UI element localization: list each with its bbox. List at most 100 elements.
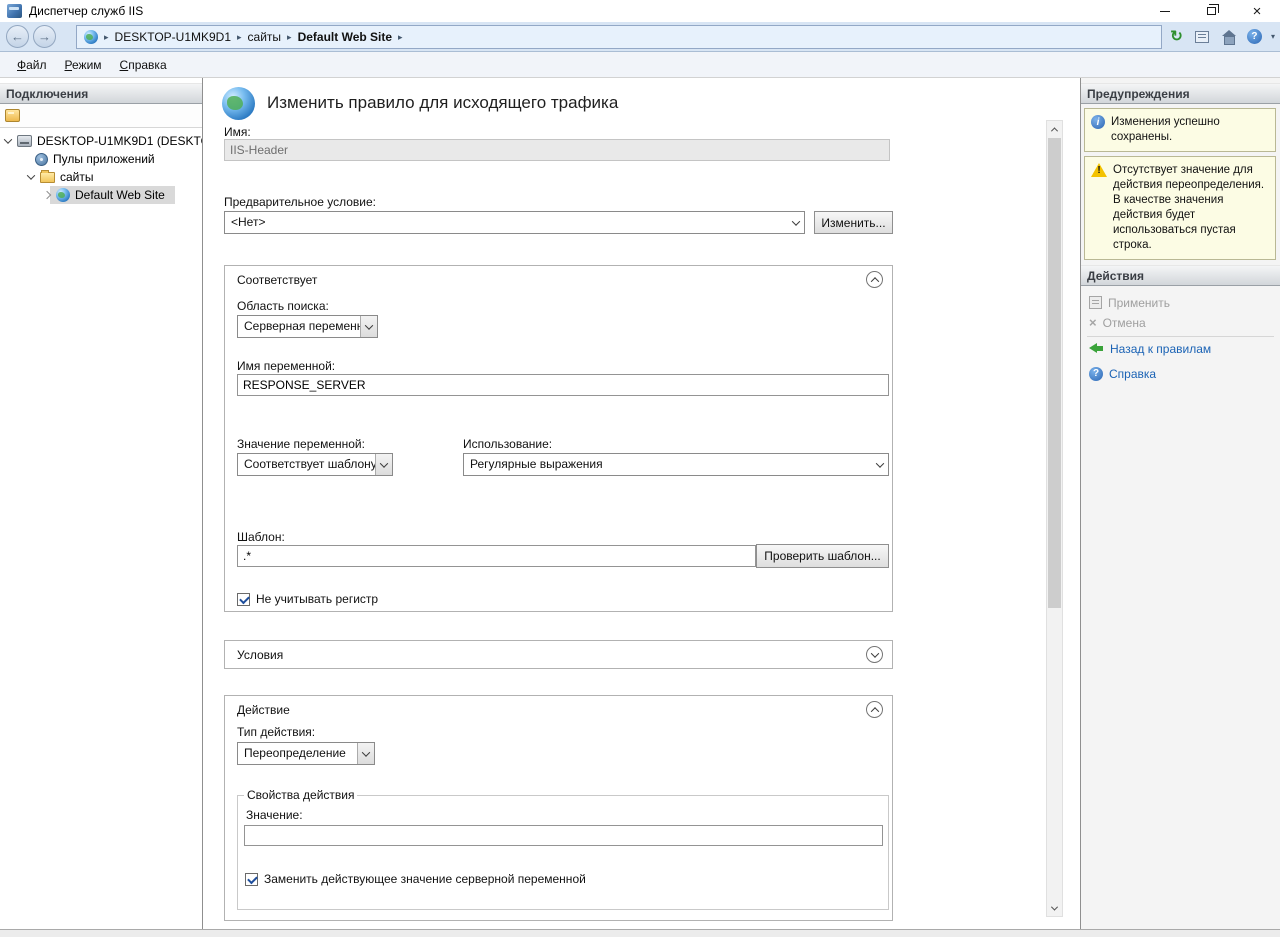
actions-separator — [1087, 336, 1274, 337]
precondition-select[interactable]: <Нет> — [224, 211, 805, 234]
action-type-select[interactable]: Переопределение — [237, 742, 375, 765]
expander-icon[interactable] — [27, 171, 35, 179]
scroll-up-button[interactable] — [1047, 121, 1062, 137]
action-type-label: Тип действия: — [237, 725, 315, 739]
menubar: Файл Режим Справка — [0, 52, 1280, 78]
breadcrumb-arrow-icon: ▸ — [287, 32, 292, 43]
help-icon: ? — [1089, 367, 1103, 381]
help-icon: ? — [1247, 29, 1262, 44]
messages-button[interactable] — [1193, 27, 1212, 46]
alerts-header: Предупреждения — [1081, 83, 1280, 104]
selected-tree-item[interactable]: Default Web Site — [50, 186, 175, 204]
using-select[interactable]: Регулярные выражения — [463, 453, 889, 476]
chevron-down-icon — [375, 454, 392, 475]
expand-conditions-button[interactable] — [866, 646, 883, 663]
breadcrumb-arrow-icon: ▸ — [104, 32, 109, 43]
warning-alert: Отсутствует значение для действия переоп… — [1084, 156, 1276, 260]
restore-button[interactable] — [1188, 0, 1234, 22]
menu-view[interactable]: Режим — [56, 55, 111, 75]
edit-precondition-button[interactable]: Изменить... — [814, 211, 893, 234]
checkbox-checked-icon — [237, 593, 250, 606]
variable-value-value: Соответствует шаблону — [238, 454, 392, 475]
value-input[interactable] — [244, 825, 883, 846]
variable-name-input[interactable] — [237, 374, 889, 396]
precondition-label: Предварительное условие: — [224, 195, 376, 209]
conditions-section-title: Условия — [237, 648, 283, 662]
info-alert: i Изменения успешно сохранены. — [1084, 108, 1276, 152]
server-icon — [17, 135, 32, 147]
forward-button[interactable]: → — [33, 25, 56, 48]
tree-label-app-pools: Пулы приложений — [53, 152, 155, 166]
collapse-match-button[interactable] — [866, 271, 883, 288]
window-controls: × — [1142, 0, 1280, 22]
action-type-value: Переопределение — [238, 743, 374, 764]
ignore-case-checkbox[interactable]: Не учитывать регистр — [237, 592, 378, 606]
replace-existing-checkbox[interactable]: Заменить действующее значение серверной … — [245, 872, 586, 886]
close-button[interactable]: × — [1234, 0, 1280, 22]
minimize-icon — [1160, 11, 1170, 12]
scroll-down-button[interactable] — [1047, 900, 1062, 916]
using-value: Регулярные выражения — [464, 454, 888, 475]
variable-value-select[interactable]: Соответствует шаблону — [237, 453, 393, 476]
expander-icon[interactable] — [4, 135, 12, 143]
cancel-action: × Отмена — [1081, 313, 1280, 333]
value-label: Значение: — [246, 808, 303, 822]
window-bottom-edge — [0, 929, 1280, 930]
menu-file[interactable]: Файл — [8, 55, 56, 75]
match-section: Соответствует Область поиска: Серверная … — [224, 265, 893, 612]
breadcrumb-default-web-site[interactable]: Default Web Site — [298, 30, 392, 44]
breadcrumb: ▸ DESKTOP-U1MK9D1 ▸ сайты ▸ Default Web … — [76, 25, 1162, 49]
cancel-icon: × — [1089, 316, 1097, 329]
back-arrow-icon: ← — [11, 29, 24, 44]
test-pattern-button[interactable]: Проверить шаблон... — [756, 544, 889, 568]
tree-label-sites: сайты — [60, 170, 94, 184]
minimize-button[interactable] — [1142, 0, 1188, 22]
help-action[interactable]: ? Справка — [1081, 364, 1280, 384]
action-properties-legend: Свойства действия — [244, 788, 357, 802]
tree-row-server[interactable]: DESKTOP-U1MK9D1 (DESKTOP — [0, 132, 202, 150]
actions-header: Действия — [1081, 265, 1280, 286]
pattern-input[interactable] — [237, 545, 756, 567]
back-button[interactable]: ← — [6, 25, 29, 48]
back-to-rules-action[interactable]: Назад к правилам — [1081, 339, 1280, 359]
warning-alert-text: Отсутствует значение для действия переоп… — [1113, 163, 1269, 253]
tree-row-app-pools[interactable]: Пулы приложений — [0, 150, 202, 168]
back-arrow-icon — [1089, 343, 1104, 354]
chevron-down-icon — [787, 212, 804, 233]
help-button[interactable]: ? — [1245, 27, 1264, 46]
address-toolbar: ← → ▸ DESKTOP-U1MK9D1 ▸ сайты ▸ Default … — [0, 22, 1280, 52]
breadcrumb-arrow-icon: ▸ — [237, 32, 242, 43]
variable-name-label: Имя переменной: — [237, 359, 335, 373]
tree-label-server: DESKTOP-U1MK9D1 (DESKTOP — [37, 134, 203, 148]
chevron-up-icon — [870, 707, 878, 715]
help-caret-icon[interactable]: ▾ — [1271, 32, 1275, 41]
tree-row-default-web-site[interactable]: Default Web Site — [0, 186, 202, 204]
tree-row-sites[interactable]: сайты — [0, 168, 202, 186]
main-content: Изменить правило для исходящего трафика … — [203, 78, 1080, 929]
actions-panel: Предупреждения i Изменения успешно сохра… — [1080, 78, 1280, 929]
name-label: Имя: — [224, 125, 251, 139]
iis-app-icon — [7, 4, 22, 18]
forward-arrow-icon: → — [38, 29, 51, 44]
scrollbar-thumb[interactable] — [1048, 138, 1061, 608]
apply-action: Применить — [1081, 293, 1280, 313]
scope-select[interactable]: Серверная переменн — [237, 315, 378, 338]
connections-toolbar-icon[interactable] — [5, 109, 20, 122]
home-button[interactable] — [1219, 27, 1238, 46]
menu-help[interactable]: Справка — [111, 55, 176, 75]
info-icon: i — [1091, 115, 1105, 129]
breadcrumb-server[interactable]: DESKTOP-U1MK9D1 — [115, 30, 231, 44]
refresh-button[interactable]: ↻ — [1167, 27, 1186, 46]
messages-icon — [1195, 31, 1209, 43]
collapse-action-button[interactable] — [866, 701, 883, 718]
chevron-down-icon — [360, 316, 377, 337]
globe-icon — [84, 30, 98, 44]
chevron-down-icon — [1051, 903, 1058, 910]
help-label: Справка — [1109, 367, 1156, 381]
breadcrumb-sites[interactable]: сайты — [248, 30, 282, 44]
connections-header: Подключения — [0, 83, 202, 104]
action-section: Действие Тип действия: Переопределение С… — [224, 695, 893, 921]
sites-folder-icon — [40, 172, 55, 183]
replace-existing-label: Заменить действующее значение серверной … — [264, 872, 586, 886]
vertical-scrollbar[interactable] — [1046, 120, 1063, 917]
